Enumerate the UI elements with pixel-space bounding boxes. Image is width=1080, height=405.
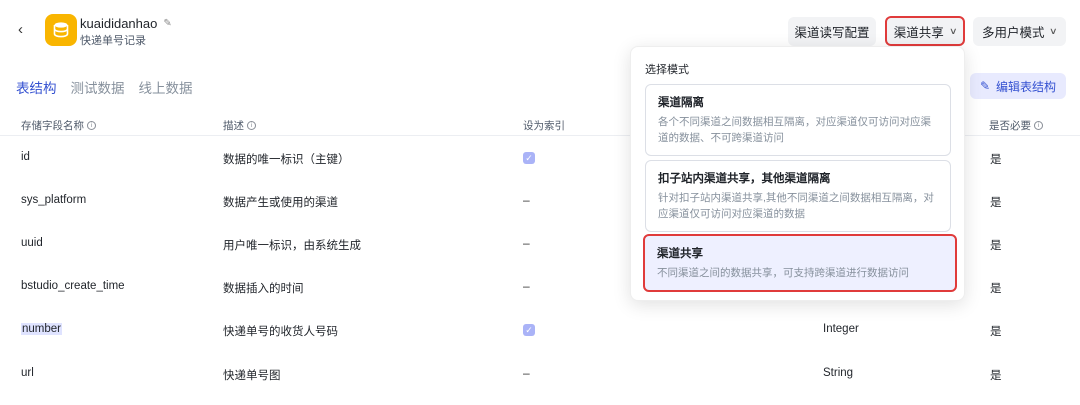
dropdown-title: 选择模式 [645,64,689,76]
option-desc: 不同渠道之间的数据共享，可支持跨渠道进行数据访问 [657,267,909,279]
field-desc: 快递单号的收货人号码 [223,326,338,338]
option-title: 渠道隔离 [658,97,704,109]
tab-schema[interactable]: 表结构 [16,77,57,97]
field-desc: 数据的唯一标识（主键） [223,154,350,166]
table-row: url 快递单号图 – String 是 [0,352,1080,395]
edit-icon: ✎ [979,79,991,93]
index-empty: – [523,279,530,293]
multi-user-button[interactable]: 多用户模式 ∨ [973,17,1066,46]
option-desc: 针对扣子站内渠道共享,其他不同渠道之间数据相互隔离，对应渠道仅可访问对应渠道的数… [658,192,934,220]
channel-read-write-label: 渠道读写配置 [794,26,870,40]
share-mode-dropdown: 选择模式 渠道隔离 各个不同渠道之间数据相互隔离，对应渠道仅可访问对应渠道的数据… [630,46,965,301]
tab-bar: 表结构 测试数据 线上数据 [16,77,193,97]
index-checkbox[interactable]: ✓ [523,324,535,336]
channel-share-button[interactable]: 渠道共享 ∨ [885,16,965,46]
edit-schema-button[interactable]: ✎ 编辑表结构 [970,73,1066,99]
app-name: kuaididanhao ✎ [80,16,173,31]
multi-user-label: 多用户模式 [981,26,1045,40]
column-header-index: 设为索引 [523,118,565,133]
field-required: 是 [990,154,1002,166]
tab-test-data[interactable]: 测试数据 [71,77,125,97]
field-required: 是 [990,197,1002,209]
field-required: 是 [990,370,1002,382]
field-type: String [823,367,854,379]
field-required: 是 [990,326,1002,338]
option-desc: 各个不同渠道之间数据相互隔离，对应渠道仅可访问对应渠道的数据、不可跨渠道访问 [658,116,931,144]
chevron-down-icon: ∨ [1049,26,1059,36]
tab-online-data[interactable]: 线上数据 [139,77,193,97]
field-name: url [21,367,34,379]
info-icon[interactable]: i [1034,121,1043,130]
field-name: bstudio_create_time [21,280,125,292]
app-name-text: kuaididanhao [80,16,158,31]
field-name: number [21,323,62,335]
database-icon [45,14,77,46]
option-coze-internal-share[interactable]: 扣子站内渠道共享，其他渠道隔离 针对扣子站内渠道共享,其他不同渠道之间数据相互隔… [645,160,951,232]
chevron-down-icon: ∨ [948,25,958,36]
index-empty: – [523,236,530,250]
info-icon[interactable]: i [247,121,256,130]
option-channel-isolation[interactable]: 渠道隔离 各个不同渠道之间数据相互隔离，对应渠道仅可访问对应渠道的数据、不可跨渠… [645,84,951,156]
field-desc: 快递单号图 [223,370,281,382]
option-channel-share[interactable]: 渠道共享 不同渠道之间的数据共享，可支持跨渠道进行数据访问 [643,234,957,292]
column-header-field: 存储字段名称 i [21,118,96,133]
option-title: 扣子站内渠道共享，其他渠道隔离 [658,173,831,185]
field-desc: 数据插入的时间 [223,283,304,295]
column-header-desc: 描述 i [223,118,256,133]
column-header-required: 是否必要 i [989,118,1043,133]
info-icon[interactable]: i [87,121,96,130]
index-empty: – [523,193,530,207]
index-checkbox[interactable]: ✓ [523,152,535,164]
column-header-desc-label: 描述 [223,120,244,132]
field-name: id [21,151,30,163]
option-title: 渠道共享 [657,248,703,260]
field-required: 是 [990,283,1002,295]
field-desc: 数据产生或使用的渠道 [223,197,338,209]
edit-schema-label: 编辑表结构 [996,79,1057,94]
field-name: sys_platform [21,194,87,206]
field-required: 是 [990,240,1002,252]
back-icon[interactable]: ‹ [18,22,34,38]
field-desc: 用户唯一标识，由系统生成 [223,240,361,252]
channel-read-write-button[interactable]: 渠道读写配置 [788,17,876,46]
app-subtitle: 快递单号记录 [80,35,146,47]
edit-name-icon[interactable]: ✎ [163,18,173,29]
column-header-required-label: 是否必要 [989,120,1031,132]
index-empty: – [523,366,530,380]
field-type: Integer [823,323,859,335]
channel-share-label: 渠道共享 [893,25,944,40]
table-row: number 快递单号的收货人号码 ✓ Integer 是 [0,308,1080,351]
column-header-index-label: 设为索引 [523,120,565,132]
column-header-field-label: 存储字段名称 [21,120,84,132]
field-name: uuid [21,237,43,249]
